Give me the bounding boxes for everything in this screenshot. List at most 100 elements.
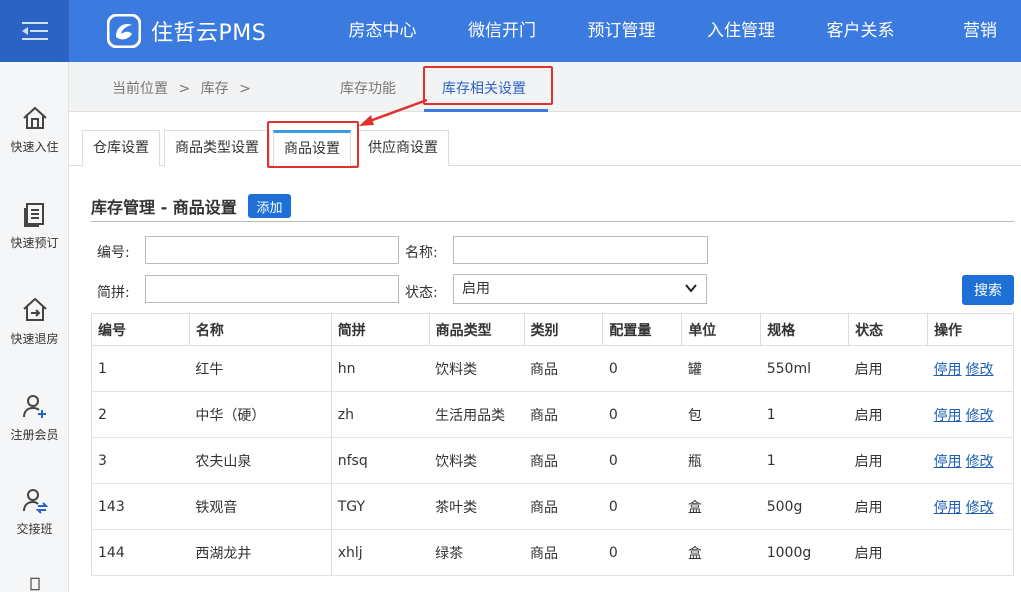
code-input[interactable] — [145, 236, 399, 264]
products-table: 编号 名称 简拼 商品类型 类别 配置量 单位 规格 状态 操作 1 红牛 hn… — [91, 313, 1014, 576]
cell-spec: 1 — [760, 391, 849, 438]
column-header: 规格 — [760, 313, 850, 346]
tab-supplier-settings[interactable]: 供应商设置 — [357, 130, 449, 166]
nav-room-status[interactable]: 房态中心 — [326, 0, 439, 62]
cell-type: 饮料类 — [429, 437, 524, 484]
cell-pinyin: hn — [331, 345, 430, 392]
cell-unit: 罐 — [681, 345, 761, 392]
sidebar: 快速入住 快速预订 快速退房 注册会员 交接班 — [0, 62, 69, 592]
cell-actions: 停用 修改 — [927, 437, 1014, 484]
search-button[interactable]: 搜索 — [962, 275, 1014, 305]
sidebar-label: 交接班 — [16, 522, 53, 536]
cell-name: 西湖龙井 — [189, 529, 332, 576]
cell-qty: 0 — [602, 483, 682, 530]
add-button[interactable]: 添加 — [248, 194, 291, 218]
nav-reservations[interactable]: 预订管理 — [565, 0, 678, 62]
sidebar-label: 快速预订 — [10, 236, 59, 250]
home-icon — [22, 106, 47, 129]
cell-qty: 0 — [602, 345, 682, 392]
cell-type: 生活用品类 — [429, 391, 524, 438]
cell-pinyin: nfsq — [331, 437, 430, 484]
tab-inventory-functions[interactable]: 库存功能 — [340, 78, 396, 98]
table-row: 2 中华（硬） zh 生活用品类 商品 0 包 1 启用 停用 修改 — [91, 391, 1014, 438]
sidebar-item-shift-handover[interactable]: 交接班 — [0, 486, 69, 566]
cell-name: 农夫山泉 — [189, 437, 332, 484]
cell-status: 启用 — [848, 391, 928, 438]
cell-qty: 0 — [602, 391, 682, 438]
cell-category: 商品 — [524, 529, 603, 576]
cell-spec: 550ml — [760, 345, 849, 392]
table-row: 143 铁观音 TGY 茶叶类 商品 0 盒 500g 启用 停用 修改 — [91, 483, 1014, 530]
cell-actions — [927, 529, 1014, 576]
brand-logo-icon — [107, 14, 141, 48]
tab-product-type-settings[interactable]: 商品类型设置 — [164, 130, 270, 166]
sidebar-item-quick-checkin[interactable]: 快速入住 — [0, 104, 69, 184]
nav-wechat-door[interactable]: 微信开门 — [439, 0, 565, 62]
status-select[interactable]: 启用 — [453, 274, 707, 304]
user-swap-icon — [22, 489, 48, 514]
annotation-arrow-icon — [359, 98, 428, 126]
cell-unit: 盒 — [681, 483, 761, 530]
cell-category: 商品 — [524, 437, 603, 484]
cell-unit: 包 — [681, 391, 761, 438]
menu-collapse-icon — [21, 22, 48, 40]
table-header-row: 编号 名称 简拼 商品类型 类别 配置量 单位 规格 状态 操作 — [91, 313, 1014, 346]
divider — [91, 221, 1014, 222]
cell-category: 商品 — [524, 345, 603, 392]
table-row: 3 农夫山泉 nfsq 饮料类 商品 0 瓶 1 启用 停用 修改 — [91, 437, 1014, 484]
page-title: 库存管理 - 商品设置 — [91, 198, 237, 217]
breadcrumb-inventory[interactable]: 库存 — [201, 81, 229, 97]
code-label: 编号: — [97, 245, 130, 261]
cell-qty: 0 — [602, 529, 682, 576]
disable-link[interactable]: 停用 — [934, 454, 962, 470]
column-header: 商品类型 — [428, 313, 525, 346]
cell-pinyin: TGY — [331, 483, 430, 530]
sidebar-item-quick-reserve[interactable]: 快速预订 — [0, 200, 69, 280]
column-header: 配置量 — [602, 313, 683, 346]
sidebar-item-quick-checkout[interactable]: 快速退房 — [0, 296, 69, 376]
breadcrumb-separator: > — [178, 81, 191, 97]
cell-type: 绿茶 — [429, 529, 524, 576]
user-add-icon — [22, 395, 46, 418]
cell-spec: 1000g — [760, 529, 849, 576]
cell-name: 中华（硬） — [189, 391, 332, 438]
tab-inventory-settings[interactable]: 库存相关设置 — [442, 78, 526, 98]
nav-marketing[interactable]: 营销 — [917, 0, 1021, 62]
edit-link[interactable]: 修改 — [966, 454, 994, 470]
cell-unit: 瓶 — [681, 437, 761, 484]
cell-code: 2 — [91, 391, 190, 438]
name-input[interactable] — [453, 236, 708, 264]
cell-actions: 停用 修改 — [927, 483, 1014, 530]
name-label: 名称: — [405, 245, 438, 261]
menu-toggle-button[interactable] — [0, 0, 69, 62]
column-header: 操作 — [927, 313, 1014, 346]
disable-link[interactable]: 停用 — [934, 408, 962, 424]
nav-customers[interactable]: 客户关系 — [804, 0, 917, 62]
tab-product-settings[interactable]: 商品设置 — [273, 130, 351, 167]
breadcrumb: 当前位置 > 库存 > — [112, 78, 257, 98]
disable-link[interactable]: 停用 — [934, 362, 962, 378]
edit-link[interactable]: 修改 — [966, 408, 994, 424]
cell-name: 铁观音 — [189, 483, 332, 530]
cell-spec: 500g — [760, 483, 849, 530]
main-nav: 房态中心 微信开门 预订管理 入住管理 客户关系 营销 — [326, 0, 1021, 62]
edit-link[interactable]: 修改 — [966, 362, 994, 378]
cell-code: 143 — [91, 483, 190, 530]
sidebar-label: 快速入住 — [10, 140, 59, 154]
disable-link[interactable]: 停用 — [934, 500, 962, 516]
sidebar-item-register-member[interactable]: 注册会员 — [0, 392, 69, 472]
pinyin-input[interactable] — [145, 275, 399, 303]
tab-warehouse-settings[interactable]: 仓库设置 — [82, 130, 160, 166]
cell-category: 商品 — [524, 483, 603, 530]
cell-type: 茶叶类 — [429, 483, 524, 530]
column-header: 状态 — [848, 313, 929, 346]
sidebar-item-more[interactable] — [0, 576, 69, 592]
sidebar-label: 注册会员 — [10, 428, 59, 442]
cell-code: 144 — [91, 529, 190, 576]
sub-tabs: 仓库设置 商品类型设置 商品设置 供应商设置 — [69, 112, 1021, 167]
nav-checkin[interactable]: 入住管理 — [678, 0, 804, 62]
document-icon — [29, 577, 40, 591]
edit-link[interactable]: 修改 — [966, 500, 994, 516]
cell-status: 启用 — [848, 345, 928, 392]
table-row: 144 西湖龙井 xhlj 绿茶 商品 0 盒 1000g 启用 — [91, 529, 1014, 576]
